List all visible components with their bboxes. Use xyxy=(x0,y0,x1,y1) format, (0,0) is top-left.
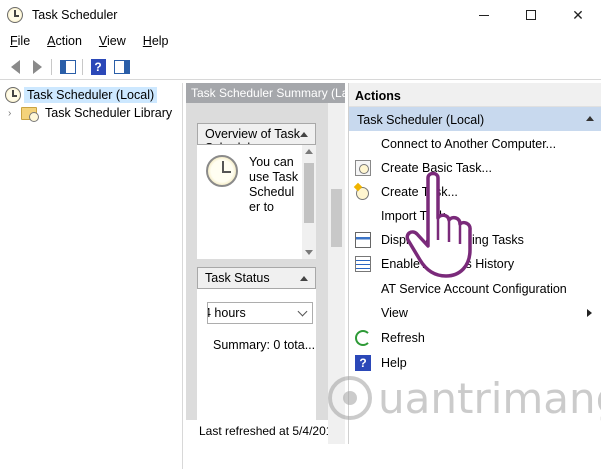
summary-pane-header: Task Scheduler Summary (Las xyxy=(186,83,345,103)
action-label: Connect to Another Computer... xyxy=(381,137,557,151)
action-refresh[interactable]: Refresh xyxy=(349,327,601,349)
hand-pointer-icon xyxy=(405,171,472,278)
action-pane-icon xyxy=(114,60,130,74)
menu-view[interactable]: View xyxy=(89,32,133,52)
status-period-select[interactable]: 4 hours xyxy=(207,302,313,324)
status-summary-text: Summary: 0 tota... xyxy=(213,338,316,352)
tree-item-task-scheduler-local[interactable]: Task Scheduler (Local) xyxy=(5,86,158,104)
status-period-value: 4 hours xyxy=(207,306,246,320)
show-hide-console-tree-button[interactable] xyxy=(58,57,78,77)
expand-chevron-icon[interactable]: › xyxy=(8,108,18,119)
forward-arrow-icon xyxy=(32,60,42,74)
toolbar-separator xyxy=(82,59,83,75)
watermark-text: uantrimang xyxy=(378,373,601,423)
folder-clock-icon xyxy=(21,106,39,122)
menu-file[interactable]: File xyxy=(0,32,37,52)
clock-icon xyxy=(5,87,21,103)
minimize-button[interactable] xyxy=(461,0,507,30)
menu-help[interactable]: Help xyxy=(133,32,176,52)
overview-section-title: Overview of Task Schedule xyxy=(205,127,300,144)
console-tree: Task Scheduler (Local) › Task Scheduler … xyxy=(0,83,183,469)
last-refreshed-text: Last refreshed at 5/4/2017 3 xyxy=(186,420,328,444)
menu-bar: File Action View Help xyxy=(0,32,601,52)
collapse-caret-icon xyxy=(586,116,594,121)
tree-item-label: Task Scheduler (Local) xyxy=(24,87,158,103)
create-basic-task-icon xyxy=(355,160,371,176)
chevron-down-icon xyxy=(297,306,308,317)
watermark-logo-icon xyxy=(328,376,372,420)
action-at-service-account-configuration[interactable]: AT Service Account Configuration xyxy=(349,278,601,300)
overview-section-header[interactable]: Overview of Task Schedule xyxy=(197,123,316,145)
actions-group-title: Task Scheduler (Local) xyxy=(357,113,485,127)
collapse-caret-icon xyxy=(300,276,308,281)
back-button[interactable] xyxy=(5,57,25,77)
help-toolbar-button[interactable]: ? xyxy=(88,57,108,77)
overview-text: You can use Task Scheduler to xyxy=(249,155,299,214)
maximize-icon xyxy=(526,10,536,20)
tasks-history-icon xyxy=(355,256,371,272)
tree-item-task-scheduler-library[interactable]: › Task Scheduler Library xyxy=(0,104,175,122)
maximize-button[interactable] xyxy=(508,0,554,30)
display-running-tasks-icon xyxy=(355,232,371,248)
console-tree-icon xyxy=(60,60,76,74)
close-icon: ✕ xyxy=(572,6,584,23)
action-label: AT Service Account Configuration xyxy=(381,282,567,296)
action-label: Refresh xyxy=(381,331,425,345)
refresh-icon xyxy=(355,330,371,346)
menu-action[interactable]: Action xyxy=(37,32,89,52)
tree-item-label: Task Scheduler Library xyxy=(45,106,173,120)
create-task-icon xyxy=(355,184,371,200)
scroll-up-icon xyxy=(305,149,313,154)
show-hide-action-pane-button[interactable] xyxy=(112,57,132,77)
toolbar: ? xyxy=(0,54,601,80)
actions-group-header[interactable]: Task Scheduler (Local) xyxy=(349,107,601,131)
summary-pane-body: Overview of Task Schedule You can use Ta… xyxy=(186,103,345,444)
overview-scrollbar[interactable] xyxy=(302,145,316,259)
task-status-content: 4 hours Summary: 0 tota... xyxy=(197,289,316,424)
task-scheduler-app-icon xyxy=(7,7,23,23)
toolbar-separator xyxy=(51,59,52,75)
close-button[interactable]: ✕ xyxy=(555,0,601,30)
action-view[interactable]: View xyxy=(349,302,601,324)
task-scheduler-clock-icon xyxy=(206,155,238,187)
summary-pane: Task Scheduler Summary (Las Overview of … xyxy=(186,83,345,444)
overview-content: You can use Task Scheduler to xyxy=(197,145,302,259)
forward-button[interactable] xyxy=(27,57,47,77)
task-status-section-title: Task Status xyxy=(205,271,270,285)
action-label: View xyxy=(381,306,408,320)
submenu-arrow-icon xyxy=(587,309,592,317)
watermark: uantrimang xyxy=(328,368,601,428)
minimize-icon xyxy=(479,14,489,16)
scrollbar-thumb[interactable] xyxy=(331,189,342,247)
collapse-caret-icon xyxy=(300,132,308,137)
scroll-down-icon xyxy=(305,250,313,255)
back-arrow-icon xyxy=(10,60,20,74)
action-connect-to-another-computer[interactable]: Connect to Another Computer... xyxy=(349,133,601,155)
window-title: Task Scheduler xyxy=(32,8,118,22)
help-icon: ? xyxy=(90,59,106,75)
actions-pane-title: Actions xyxy=(349,83,601,107)
scrollbar-thumb[interactable] xyxy=(304,163,314,223)
title-bar: Task Scheduler ✕ xyxy=(0,0,601,30)
task-status-section-header[interactable]: Task Status xyxy=(197,267,316,289)
